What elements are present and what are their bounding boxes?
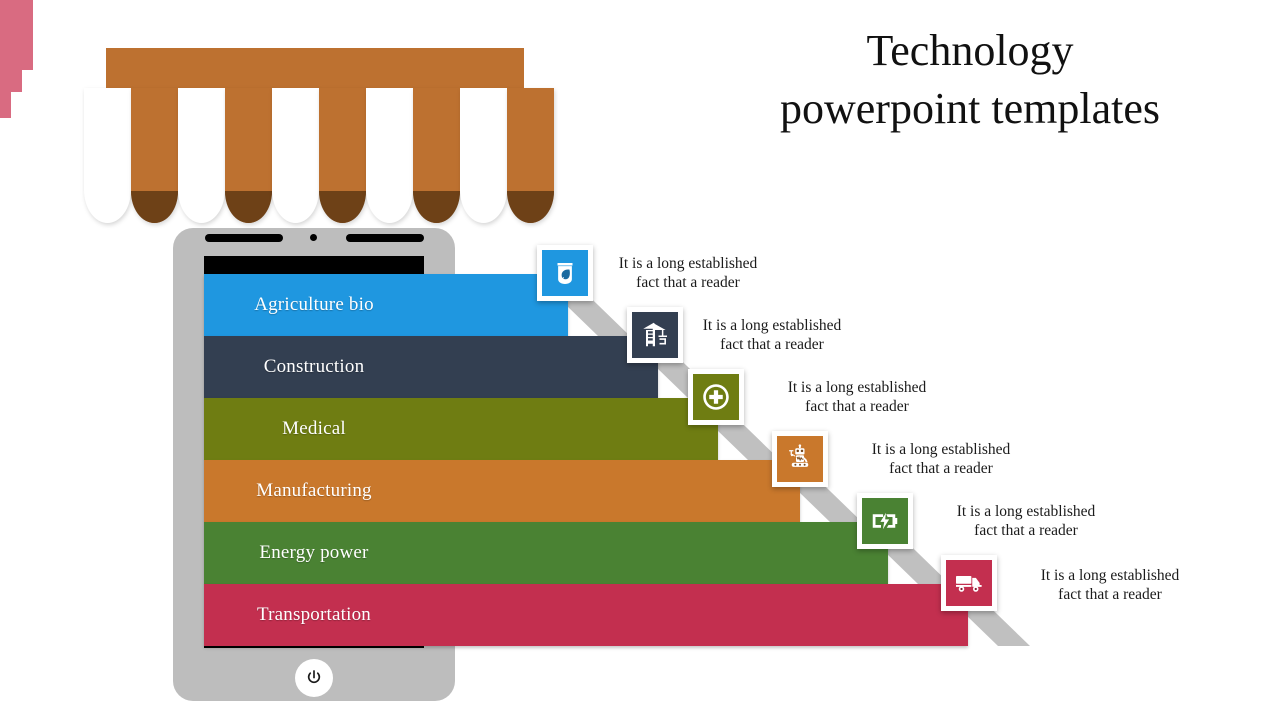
category-description: It is a long established fact that a read… <box>667 316 877 354</box>
description-line-1: It is a long established <box>1040 567 1180 584</box>
power-home-button[interactable] <box>295 659 333 697</box>
category-bar-label: Manufacturing <box>256 480 372 501</box>
power-icon <box>307 670 321 684</box>
category-bar-label: Energy power <box>259 542 369 563</box>
battery-charging-icon <box>870 506 900 536</box>
category-icon-tile[interactable] <box>688 369 744 425</box>
description-line-2: fact that a reader <box>636 274 740 291</box>
category-bar-label: Medical <box>282 418 346 439</box>
crane-icon <box>640 320 670 350</box>
description-line-2: fact that a reader <box>1058 586 1162 603</box>
truck-icon <box>954 568 984 598</box>
category-bar-label: Construction <box>263 356 365 377</box>
description-line-2: fact that a reader <box>720 336 824 353</box>
description-line-1: It is a long established <box>618 255 758 272</box>
category-icon-tile[interactable] <box>772 431 828 487</box>
description-line-1: It is a long established <box>956 503 1096 520</box>
description-line-2: fact that a reader <box>805 398 909 415</box>
description-line-2: fact that a reader <box>974 522 1078 539</box>
category-bar-label: Agriculture bio <box>254 294 374 315</box>
category-icon-tile[interactable] <box>941 555 997 611</box>
category-description: It is a long established fact that a read… <box>583 254 793 292</box>
category-bar-label: Transportation <box>257 604 371 625</box>
category-description: It is a long established fact that a read… <box>836 440 1046 478</box>
description-line-1: It is a long established <box>702 317 842 334</box>
category-icon-tile[interactable] <box>857 493 913 549</box>
description-line-1: It is a long established <box>787 379 927 396</box>
category-description: It is a long established fact that a read… <box>752 378 962 416</box>
seed-packet-icon <box>550 258 580 288</box>
category-bar-row[interactable]: Medical <box>0 398 1280 460</box>
category-bars: Agriculture bio It is a long established f… <box>0 0 1280 720</box>
description-line-1: It is a long established <box>871 441 1011 458</box>
description-line-2: fact that a reader <box>889 460 993 477</box>
robot-icon <box>785 444 815 474</box>
category-description: It is a long established fact that a read… <box>921 502 1131 540</box>
slide-canvas: Technology powerpoint templates Agricult… <box>0 0 1280 720</box>
medical-cross-icon <box>701 382 731 412</box>
category-description: It is a long established fact that a read… <box>1005 566 1215 604</box>
